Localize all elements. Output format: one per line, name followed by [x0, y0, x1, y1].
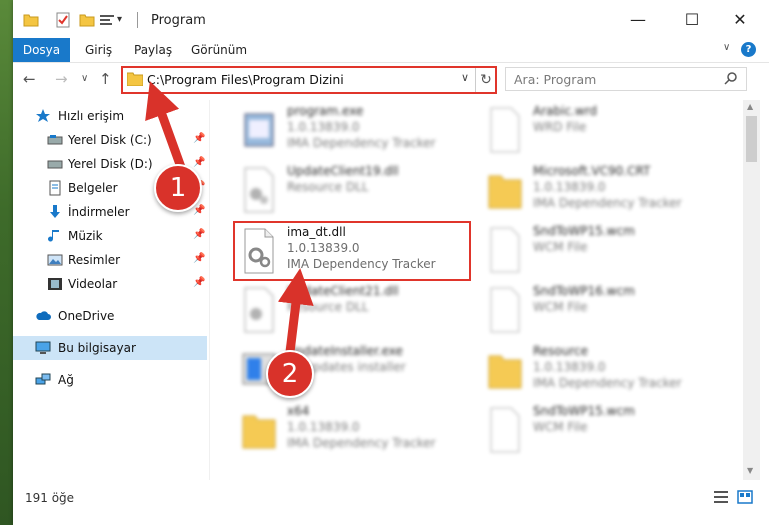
details-view-icon[interactable] — [713, 490, 729, 504]
help-icon[interactable]: ? — [741, 42, 756, 57]
search-placeholder[interactable]: Ara: Program — [514, 72, 596, 87]
file-item[interactable]: SndToWP15.wcm WCM File — [481, 402, 717, 460]
pin-icon: 📌 — [193, 205, 206, 216]
sidebar-item-quick-access[interactable]: Hızlı erişim — [13, 104, 207, 128]
blank-file-icon — [490, 407, 520, 453]
navigation-bar: ← → ∨ ↑ C:\Program Files\Program Dizini … — [13, 63, 769, 97]
close-button[interactable]: ✕ — [725, 8, 755, 32]
tab-share[interactable]: Paylaş — [134, 38, 172, 62]
file-item[interactable]: x64 1.0.13839.0 IMA Dependency Tracker — [235, 402, 471, 460]
file-item[interactable]: SndToWP16.wcm WCM File — [481, 282, 717, 340]
drive-icon — [47, 160, 63, 169]
chevron-down-icon[interactable]: ▾ — [117, 14, 129, 30]
navigation-pane: Hızlı erişim Yerel Disk (C:) 📌 Yerel Dis… — [13, 100, 210, 480]
music-icon — [48, 230, 59, 242]
file-item[interactable]: Arabic.wrd WRD File — [481, 102, 717, 160]
tab-view[interactable]: Görünüm — [191, 38, 247, 62]
back-arrow-icon[interactable]: ← — [23, 70, 36, 88]
sidebar-item-this-pc[interactable]: Bu bilgisayar — [13, 336, 207, 360]
pin-icon: 📌 — [193, 157, 206, 168]
customize-icon[interactable] — [99, 12, 115, 28]
folder-icon — [242, 415, 276, 449]
pin-icon: 📌 — [193, 229, 206, 240]
pictures-icon — [47, 254, 63, 266]
properties-check-icon[interactable] — [55, 12, 71, 28]
cloud-icon — [36, 311, 51, 320]
explorer-window: ▾ Program — ☐ ✕ Dosya Giriş Paylaş Görün… — [13, 0, 769, 525]
folder-icon — [488, 175, 522, 209]
expand-ribbon-icon[interactable]: ∨ — [723, 42, 730, 53]
tab-file[interactable]: Dosya — [13, 38, 70, 62]
item-count: 191 öğe — [25, 491, 75, 505]
recent-locations-icon[interactable]: ∨ — [81, 73, 88, 84]
dll-icon — [244, 167, 274, 213]
up-arrow-icon[interactable]: ↑ — [99, 70, 112, 88]
window-title: Program — [151, 13, 206, 28]
chevron-down-icon[interactable]: ∨ — [461, 71, 469, 84]
blank-file-icon — [490, 227, 520, 273]
dll-icon — [244, 287, 274, 333]
video-icon — [48, 278, 62, 290]
file-item-ima-dt-dll[interactable]: ima_dt.dll 1.0.13839.0 IMA Dependency Tr… — [233, 221, 471, 281]
tab-home[interactable]: Giriş — [85, 38, 112, 62]
download-icon — [50, 205, 60, 218]
file-item[interactable]: program.exe 1.0.13839.0 IMA Dependency T… — [235, 102, 471, 160]
computer-icon — [35, 341, 51, 354]
step-2-badge: 2 — [266, 350, 314, 398]
title-separator — [137, 12, 138, 28]
file-item[interactable]: UpdateClient21.dll Resource DLL — [235, 282, 471, 340]
pin-icon: 📌 — [193, 133, 206, 144]
network-icon — [35, 373, 51, 385]
sidebar-item-network[interactable]: Ağ — [13, 368, 207, 392]
sidebar-item-music[interactable]: Müzik 📌 — [13, 224, 207, 248]
blank-file-icon — [490, 107, 520, 153]
refresh-icon[interactable]: ↻ — [475, 68, 496, 92]
documents-icon — [49, 180, 61, 196]
scroll-up-icon[interactable]: ▲ — [747, 102, 753, 111]
file-item[interactable]: UpdateClient19.dll Resource DLL — [235, 162, 471, 220]
new-folder-icon[interactable] — [79, 12, 95, 28]
folder-icon — [488, 355, 522, 389]
sidebar-item-videos[interactable]: Videolar 📌 — [13, 272, 207, 296]
sidebar-item-onedrive[interactable]: OneDrive — [13, 304, 207, 328]
sidebar-item-local-disk-c[interactable]: Yerel Disk (C:) 📌 — [13, 128, 207, 152]
forward-arrow-icon[interactable]: → — [55, 70, 68, 88]
large-icons-view-icon[interactable] — [737, 490, 753, 504]
address-bar[interactable]: C:\Program Files\Program Dizini ∨ ↻ — [121, 66, 497, 94]
status-bar: 191 öğe — [13, 486, 769, 510]
dll-icon — [244, 228, 274, 274]
pin-icon: 📌 — [193, 277, 206, 288]
title-bar: ▾ Program — ☐ ✕ — [13, 0, 769, 40]
exe-icon — [244, 113, 274, 147]
vertical-scrollbar[interactable]: ▲ ▼ — [743, 100, 760, 480]
blank-file-icon — [490, 287, 520, 333]
step-1-badge: 1 — [154, 164, 202, 212]
file-item[interactable]: Microsoft.VC90.CRT 1.0.13839.0 IMA Depen… — [481, 162, 717, 220]
file-item[interactable]: SndToWP15.wcm WCM File — [481, 222, 717, 280]
search-icon[interactable] — [724, 71, 738, 85]
maximize-button[interactable]: ☐ — [677, 8, 707, 32]
address-path[interactable]: C:\Program Files\Program Dizini — [147, 72, 344, 87]
file-list: program.exe 1.0.13839.0 IMA Dependency T… — [213, 100, 743, 480]
star-icon — [36, 109, 50, 122]
folder-icon[interactable] — [23, 12, 39, 28]
folder-icon — [127, 72, 143, 86]
scroll-down-icon[interactable]: ▼ — [747, 466, 753, 475]
file-item[interactable]: Resource 1.0.13839.0 IMA Dependency Trac… — [481, 342, 717, 400]
minimize-button[interactable]: — — [623, 8, 653, 32]
drive-icon — [47, 135, 63, 145]
ribbon-tabs: Dosya Giriş Paylaş Görünüm ∨ ? — [13, 38, 769, 63]
scrollbar-thumb[interactable] — [746, 116, 757, 162]
pin-icon: 📌 — [193, 253, 206, 264]
sidebar-item-pictures[interactable]: Resimler 📌 — [13, 248, 207, 272]
search-box[interactable]: Ara: Program — [505, 67, 747, 91]
